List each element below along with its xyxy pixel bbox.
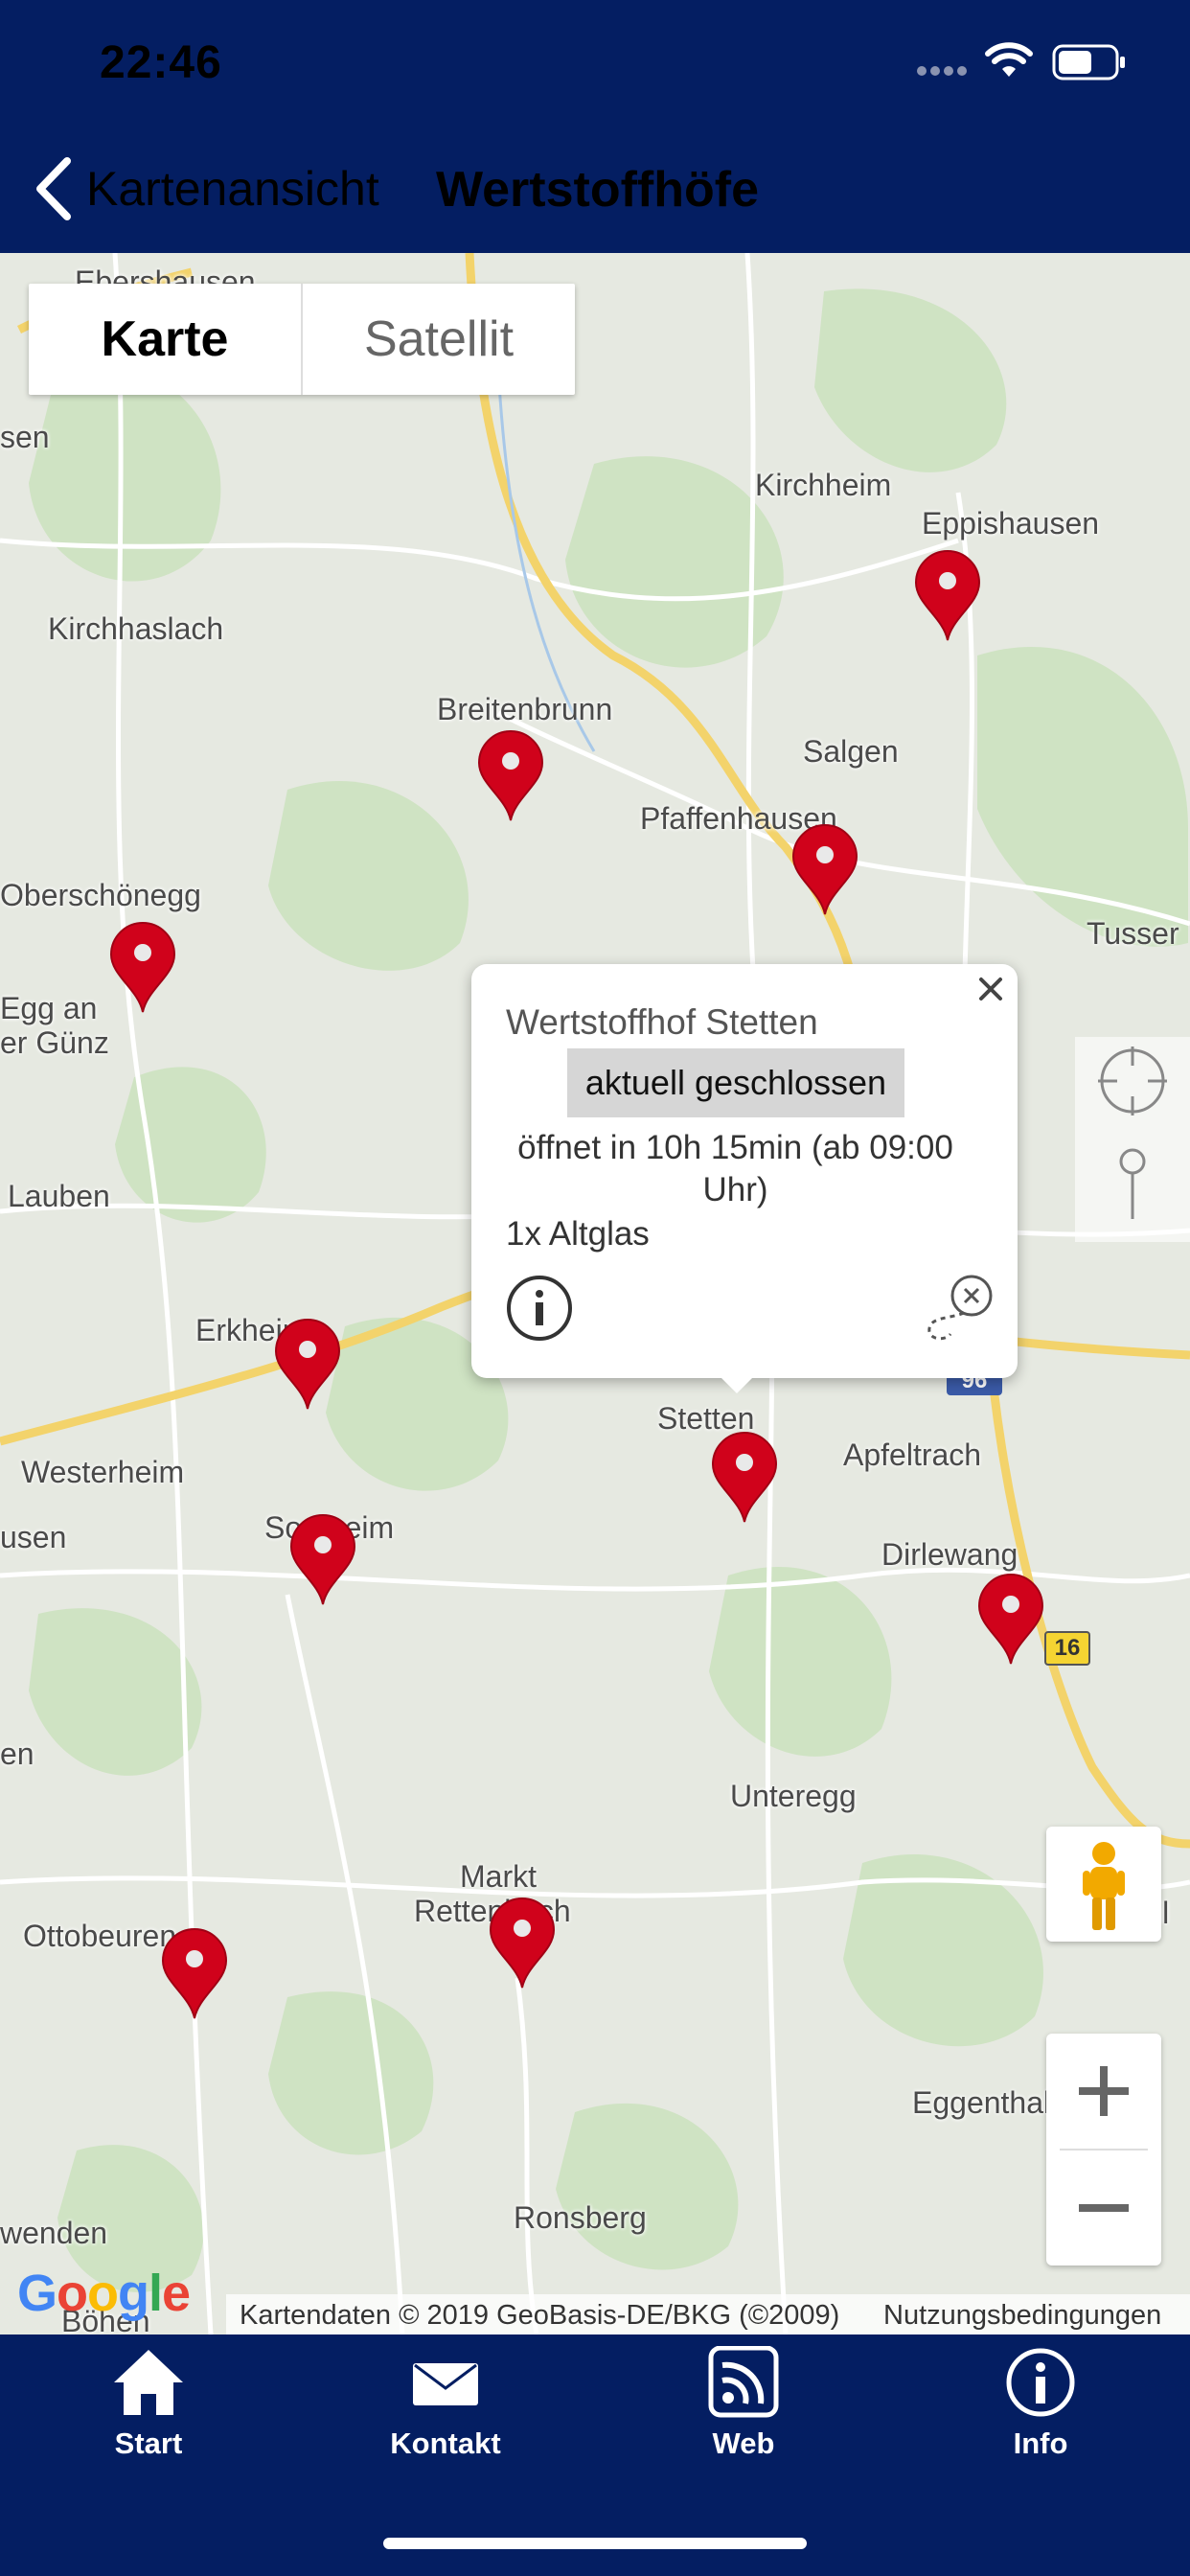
map-marker-pin[interactable] xyxy=(489,1898,556,1990)
place-label: Markt xyxy=(460,1859,537,1894)
rss-icon xyxy=(708,2346,779,2418)
place-label: Lauben xyxy=(8,1179,110,1213)
place-label: Breitenbrunn xyxy=(437,692,613,726)
tab-kontakt[interactable]: Kontakt xyxy=(350,2346,541,2480)
street-view-button[interactable] xyxy=(1046,1827,1161,1942)
status-time: 22:46 xyxy=(100,37,222,88)
tab-label: Web xyxy=(712,2426,775,2460)
route-icon[interactable] xyxy=(922,1271,998,1347)
map-data-attribution: Kartendaten © 2019 GeoBasis-DE/BKG (©200… xyxy=(240,2300,840,2331)
tab-label: Kontakt xyxy=(390,2426,501,2460)
close-icon[interactable] xyxy=(975,974,1006,1004)
map-marker-pin[interactable] xyxy=(289,1514,356,1606)
back-button[interactable]: Kartenansicht xyxy=(86,161,379,217)
terms-link[interactable]: Nutzungsbedingungen xyxy=(883,2300,1161,2332)
tab-label: Info xyxy=(1013,2426,1068,2460)
map-type-control: Karte Satellit xyxy=(29,284,575,395)
place-label: er Günz xyxy=(0,1025,109,1060)
home-icon xyxy=(114,2350,183,2415)
place-label: Tusser xyxy=(1087,916,1179,951)
battery-icon xyxy=(1052,44,1125,80)
place-label: Ottobeuren xyxy=(23,1919,177,1953)
place-label: Ronsberg xyxy=(514,2200,647,2235)
map-marker-pin[interactable] xyxy=(791,824,858,916)
plus-icon xyxy=(1079,2066,1129,2116)
map-marker-pin[interactable] xyxy=(914,550,981,642)
opening-info: öffnet in 10h 15min (ab 09:00 Uhr) xyxy=(517,1129,953,1208)
zoom-out-button[interactable] xyxy=(1046,2150,1161,2266)
tab-label: Start xyxy=(114,2426,183,2460)
place-label: sen xyxy=(0,420,50,454)
tab-web[interactable]: Web xyxy=(648,2346,839,2480)
place-label: Unteregg xyxy=(730,1779,857,1813)
zoom-divider xyxy=(1060,2149,1148,2150)
place-label: Kirchheim xyxy=(755,468,892,502)
home-indicator[interactable] xyxy=(383,2538,807,2549)
place-label: usen xyxy=(0,1520,67,1554)
map-marker-pin[interactable] xyxy=(109,922,176,1014)
popup-pointer xyxy=(714,1370,760,1393)
crosshair-icon[interactable] xyxy=(1096,1045,1169,1117)
place-label: en xyxy=(0,1736,34,1771)
place-label: Eggenthal xyxy=(912,2085,1051,2120)
place-label: Egg an xyxy=(0,991,98,1025)
info-icon xyxy=(1006,2348,1075,2417)
tab-info[interactable]: Info xyxy=(945,2346,1136,2480)
page-title: Wertstoffhöfe xyxy=(436,162,760,218)
status-badge: aktuell geschlossen xyxy=(567,1048,904,1117)
place-label: Kirchhaslach xyxy=(48,611,224,646)
tab-start[interactable]: Start xyxy=(53,2346,244,2480)
road-shield: 16 xyxy=(1044,1631,1090,1666)
cellular-signal-icon xyxy=(917,66,967,76)
map-marker-pin[interactable] xyxy=(477,730,544,822)
mail-icon xyxy=(413,2363,478,2405)
place-label: Dirlewang xyxy=(881,1537,1018,1572)
map-type-karte-button[interactable]: Karte xyxy=(29,284,303,395)
map-marker-pin[interactable] xyxy=(274,1319,341,1411)
back-chevron-icon[interactable] xyxy=(33,155,75,222)
accepted-items: 1x Altglas xyxy=(506,1215,650,1253)
place-label: wenden xyxy=(0,2216,108,2250)
info-circle-icon[interactable] xyxy=(506,1275,573,1342)
place-label: Apfeltrach xyxy=(843,1438,982,1472)
google-logo: Google xyxy=(17,2265,191,2322)
minus-icon xyxy=(1079,2204,1129,2212)
place-label: Salgen xyxy=(803,734,899,769)
location-pin-icon[interactable] xyxy=(1110,1146,1156,1223)
map-marker-pin[interactable] xyxy=(977,1574,1044,1666)
place-label: Westerheim xyxy=(21,1455,185,1489)
map-marker-pin[interactable] xyxy=(161,1928,228,2020)
place-label: Eppishausen xyxy=(922,506,1100,540)
place-label: Oberschönegg xyxy=(0,878,201,912)
map-type-satellit-button[interactable]: Satellit xyxy=(303,284,575,395)
pegman-icon xyxy=(1083,1842,1125,1930)
zoom-in-button[interactable] xyxy=(1046,2034,1161,2149)
wifi-icon xyxy=(985,42,1033,77)
map-marker-pin-selected[interactable] xyxy=(711,1432,778,1524)
popup-title: Wertstoffhof Stetten xyxy=(506,1002,818,1042)
